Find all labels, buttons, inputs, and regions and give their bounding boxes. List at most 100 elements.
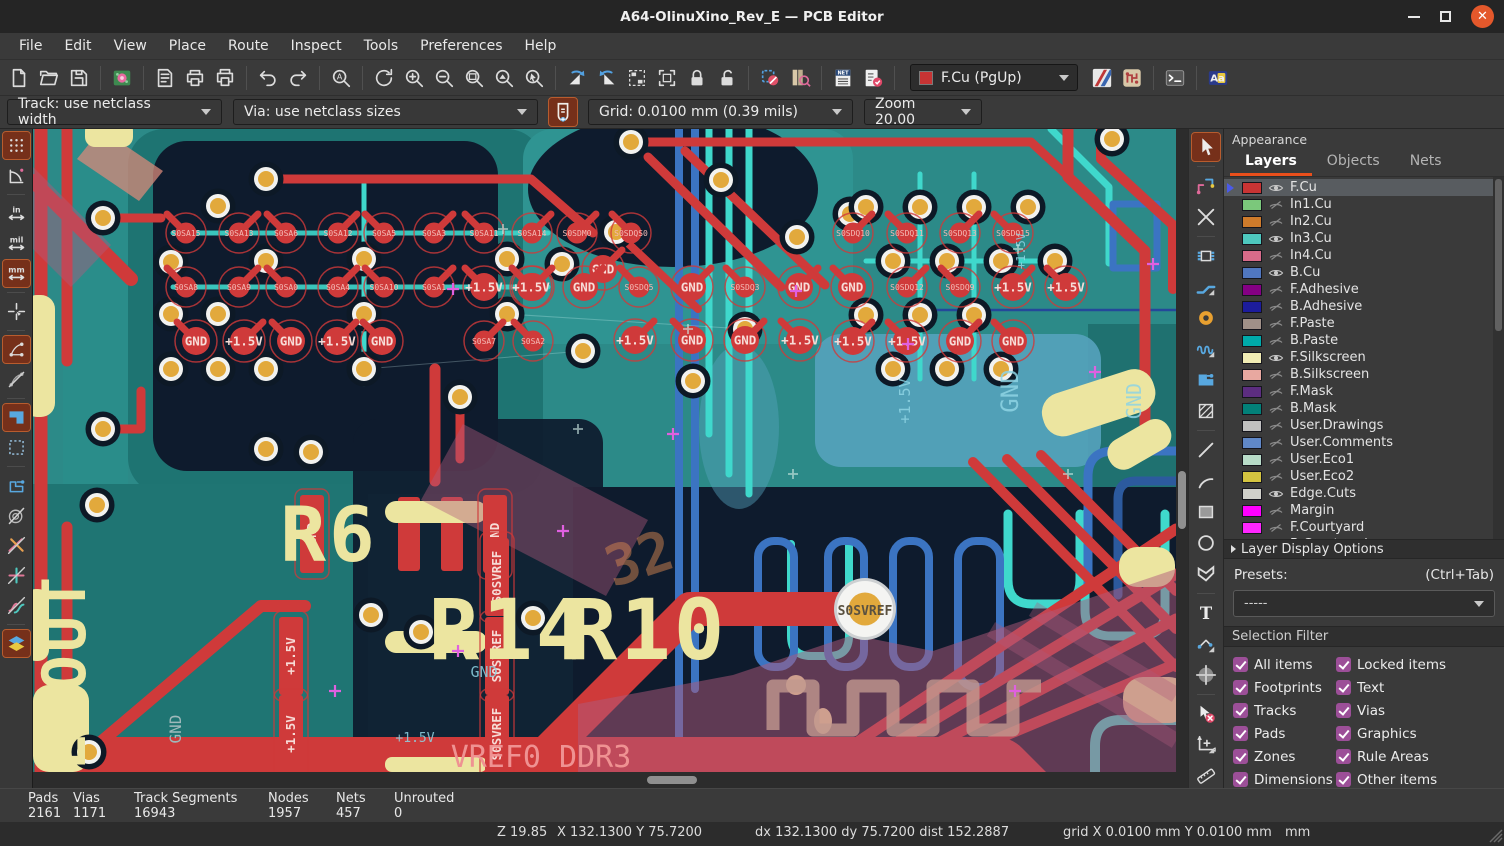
lock-button[interactable] xyxy=(683,64,711,92)
checkbox-checked-icon[interactable] xyxy=(1336,726,1351,741)
group-button[interactable] xyxy=(623,64,651,92)
save-button[interactable] xyxy=(65,64,93,92)
unlock-button[interactable] xyxy=(713,64,741,92)
horizontal-scroll-thumb[interactable] xyxy=(647,776,697,784)
route-tracks-button[interactable] xyxy=(1192,273,1220,301)
layer-row-in1-cu[interactable]: In1.Cu xyxy=(1224,196,1504,213)
rotate-cw-button[interactable] xyxy=(593,64,621,92)
menu-file[interactable]: File xyxy=(8,35,53,57)
highlight-net-button[interactable] xyxy=(1192,172,1220,200)
zoom-fit-objects-button[interactable] xyxy=(490,64,518,92)
layer-row-f-cu[interactable]: F.Cu xyxy=(1224,179,1504,196)
layer-color-swatch[interactable] xyxy=(1242,352,1262,364)
eye-hidden-icon[interactable] xyxy=(1268,418,1284,434)
rule-area-button[interactable] xyxy=(1192,397,1220,425)
eye-hidden-icon[interactable] xyxy=(1268,401,1284,417)
via-ghost-button[interactable] xyxy=(3,502,30,529)
pad-ghost-button[interactable] xyxy=(3,562,30,589)
layers-scroll-thumb[interactable] xyxy=(1495,179,1502,331)
new-file-button[interactable] xyxy=(5,64,33,92)
layer-row-b-courtyard[interactable]: B.Courtyard xyxy=(1224,536,1504,539)
eye-visible-icon[interactable] xyxy=(1268,350,1284,366)
track-width-select[interactable]: Track: use netclass width xyxy=(7,99,222,125)
add-zone-button[interactable] xyxy=(1192,366,1220,394)
eye-hidden-icon[interactable] xyxy=(1268,282,1284,298)
layer-row-b-silkscreen[interactable]: B.Silkscreen xyxy=(1224,366,1504,383)
layer-row-user-drawings[interactable]: User.Drawings xyxy=(1224,417,1504,434)
eye-hidden-icon[interactable] xyxy=(1268,469,1284,485)
refresh-view-button[interactable] xyxy=(370,64,398,92)
add-footprint-button[interactable] xyxy=(1192,242,1220,270)
add-via-button[interactable] xyxy=(1192,304,1220,332)
zoom-fit-button[interactable] xyxy=(460,64,488,92)
grid-select[interactable]: Grid: 0.0100 mm (0.39 mils) xyxy=(588,99,853,125)
eye-hidden-icon[interactable] xyxy=(1268,333,1284,349)
layer-display-options[interactable]: Layer Display Options xyxy=(1224,539,1504,560)
menu-view[interactable]: View xyxy=(103,35,158,57)
layer-color-swatch[interactable] xyxy=(1242,403,1262,415)
library-browser-button[interactable] xyxy=(786,64,814,92)
zone-fill-button[interactable] xyxy=(3,404,30,431)
zone-outline-button[interactable] xyxy=(3,434,30,461)
units-inches-button[interactable]: in xyxy=(3,200,30,227)
filter-tracks[interactable]: Tracks xyxy=(1233,703,1336,719)
exchange-button[interactable] xyxy=(756,64,784,92)
eye-hidden-icon[interactable] xyxy=(1268,316,1284,332)
layer-color-swatch[interactable] xyxy=(1242,267,1262,279)
redo-button[interactable] xyxy=(284,64,312,92)
layer-color-swatch[interactable] xyxy=(1242,233,1262,245)
layer-row-margin[interactable]: Margin xyxy=(1224,502,1504,519)
checkbox-checked-icon[interactable] xyxy=(1336,749,1351,764)
measure-tool-button[interactable] xyxy=(1192,762,1220,790)
ungroup-button[interactable] xyxy=(653,64,681,92)
rotate-ccw-button[interactable] xyxy=(563,64,591,92)
eye-visible-icon[interactable] xyxy=(1268,486,1284,502)
maximize-button[interactable] xyxy=(1440,11,1451,22)
menu-route[interactable]: Route xyxy=(217,35,280,57)
ratsnest-show-button[interactable] xyxy=(3,336,30,363)
checkbox-checked-icon[interactable] xyxy=(1336,772,1351,787)
draw-polygon-button[interactable] xyxy=(1192,560,1220,588)
canvas-horizontal-scrollbar[interactable] xyxy=(33,772,1188,788)
eye-hidden-icon[interactable] xyxy=(1268,520,1284,536)
set-origin-button[interactable] xyxy=(1192,661,1220,689)
board-setup-button[interactable] xyxy=(108,64,136,92)
via-size-select[interactable]: Via: use netclass sizes xyxy=(233,99,538,125)
layer-color-swatch[interactable] xyxy=(1242,471,1262,483)
filter-locked-items[interactable]: Locked items xyxy=(1336,657,1504,673)
eye-hidden-icon[interactable] xyxy=(1268,367,1284,383)
filter-zones[interactable]: Zones xyxy=(1233,749,1336,765)
ratsnest-hide-button[interactable] xyxy=(3,366,30,393)
layer-row-user-comments[interactable]: User.Comments xyxy=(1224,434,1504,451)
layer-color-swatch[interactable] xyxy=(1242,199,1262,211)
layer-color-swatch[interactable] xyxy=(1242,369,1262,381)
layer-row-user-eco2[interactable]: User.Eco2 xyxy=(1224,468,1504,485)
drc-button[interactable] xyxy=(859,64,887,92)
canvas-vertical-scrollbar[interactable] xyxy=(1176,129,1188,772)
layer-color-swatch[interactable] xyxy=(1242,250,1262,262)
draw-circle-button[interactable] xyxy=(1192,529,1220,557)
zone-display-button[interactable] xyxy=(3,472,30,499)
checkbox-checked-icon[interactable] xyxy=(1233,749,1248,764)
draw-rect-button[interactable] xyxy=(1192,498,1220,526)
filter-other-items[interactable]: Other items xyxy=(1336,772,1504,788)
units-mm-button[interactable]: mm xyxy=(3,260,30,287)
search-button[interactable]: A xyxy=(327,64,355,92)
filter-pads[interactable]: Pads xyxy=(1233,726,1336,742)
tune-length-button[interactable] xyxy=(1192,335,1220,363)
delete-tool-button[interactable] xyxy=(1192,700,1220,728)
track-ghost-button[interactable] xyxy=(3,532,30,559)
layer-row-f-paste[interactable]: F.Paste xyxy=(1224,315,1504,332)
layer-color-swatch[interactable] xyxy=(1242,284,1262,296)
filter-dimensions[interactable]: Dimensions xyxy=(1233,772,1336,788)
layer-selector[interactable]: F.Cu (PgUp) xyxy=(910,64,1078,91)
netlist-button[interactable]: NET xyxy=(829,64,857,92)
zoom-in-button[interactable] xyxy=(400,64,428,92)
layer-row-f-silkscreen[interactable]: F.Silkscreen xyxy=(1224,349,1504,366)
checkbox-checked-icon[interactable] xyxy=(1336,703,1351,718)
layer-color-swatch[interactable] xyxy=(1242,505,1262,517)
layer-color-swatch[interactable] xyxy=(1242,522,1262,534)
layer-color-swatch[interactable] xyxy=(1242,488,1262,500)
draw-arc-button[interactable] xyxy=(1192,467,1220,495)
add-text-button[interactable]: T xyxy=(1192,599,1220,627)
